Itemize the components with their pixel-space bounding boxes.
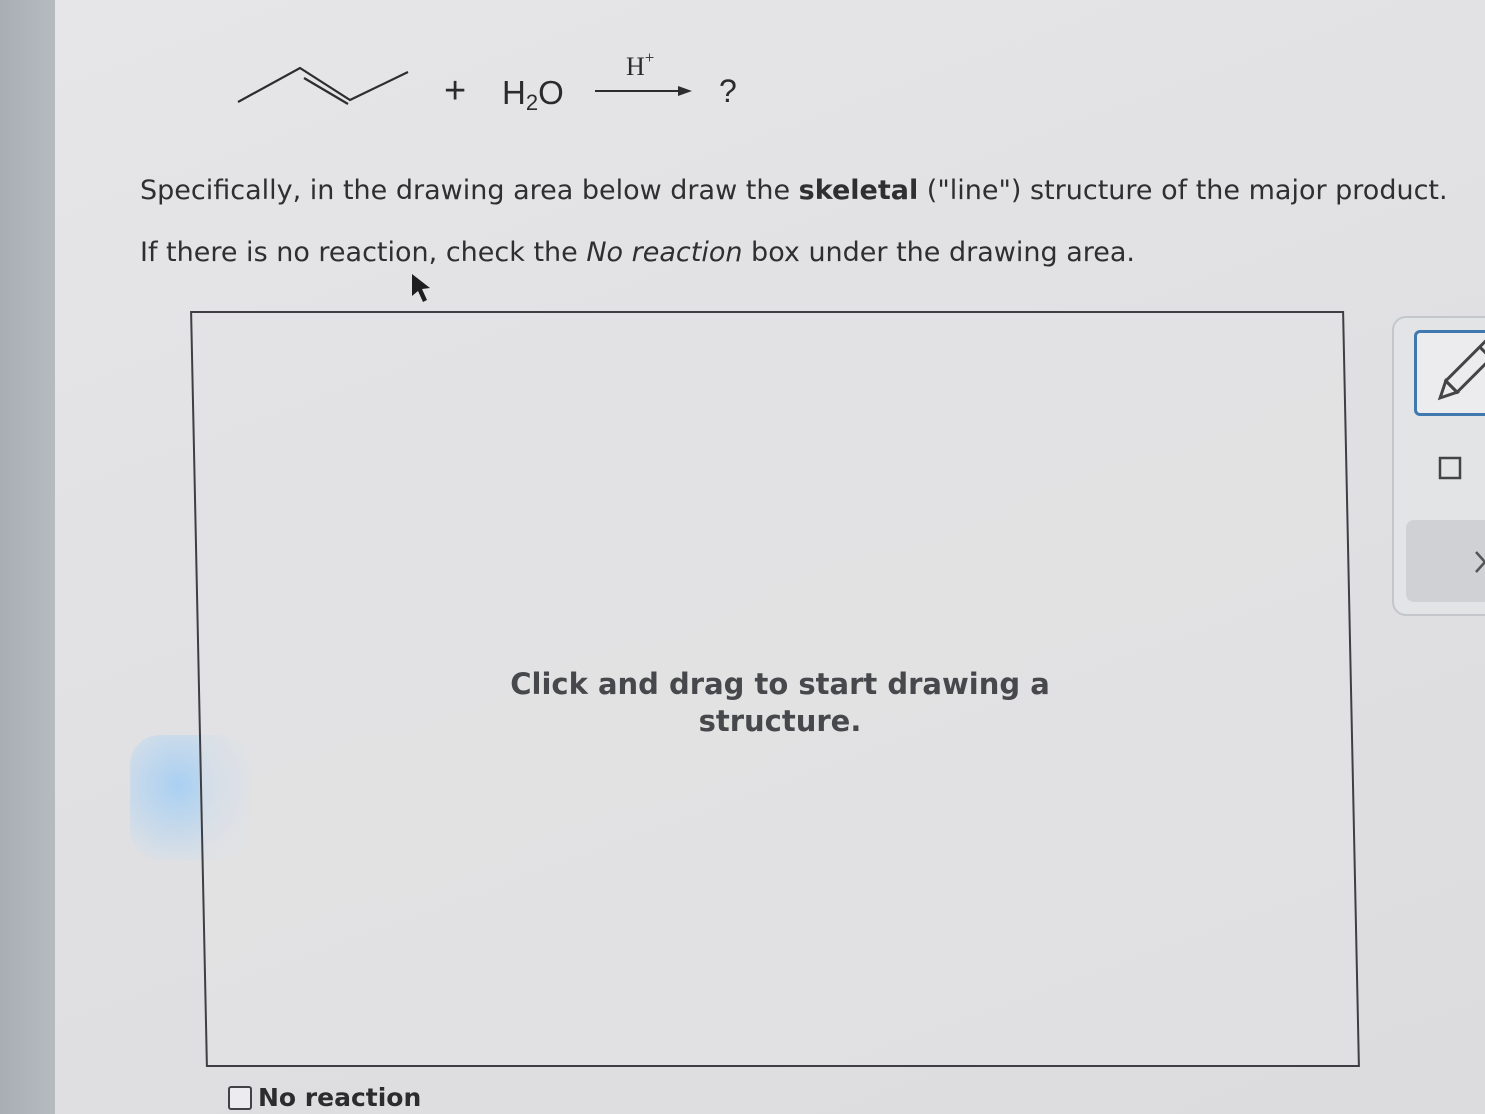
water-o: O (538, 74, 564, 111)
instruction-2-post: box under the drawing area. (742, 237, 1135, 268)
water-h: H (502, 74, 526, 111)
square-icon[interactable] (1438, 456, 1462, 480)
plus-sign: + (444, 70, 467, 112)
catalyst-h: H (626, 52, 645, 81)
instruction-line-1: Specifically, in the drawing area below … (140, 160, 1480, 222)
drawing-prompt: Click and drag to start drawing a struct… (450, 666, 1110, 740)
drawing-toolbar (1392, 316, 1485, 616)
instruction-1-post: ("line") structure of the major product. (918, 175, 1448, 206)
no-reaction-label: No reaction (258, 1083, 422, 1112)
pencil-tool-button[interactable] (1414, 330, 1485, 416)
reaction-arrowhead (678, 86, 692, 96)
close-icon (1475, 551, 1485, 573)
reaction-equation: + H2O H+ ? (230, 40, 790, 130)
drawing-prompt-line-2: structure. (698, 704, 862, 738)
unknown-product: ? (719, 73, 737, 109)
double-bond-line (303, 77, 349, 105)
instructions-text: Specifically, in the drawing area below … (140, 160, 1480, 284)
instruction-1-bold: skeletal (798, 175, 919, 206)
instruction-2-italic: No reaction (586, 237, 743, 268)
water-subscript: 2 (525, 90, 539, 115)
pencil-icon (1437, 339, 1485, 401)
mouse-cursor-icon (412, 274, 430, 302)
instruction-2-pre: If there is no reaction, check the (140, 237, 587, 268)
no-reaction-option[interactable]: No reaction (228, 1083, 421, 1112)
clear-button[interactable] (1406, 520, 1485, 602)
water-formula: H2O (502, 74, 564, 116)
alkene-skeleton (237, 66, 409, 103)
catalyst-charge: + (644, 48, 655, 67)
no-reaction-checkbox[interactable] (228, 1085, 252, 1110)
acid-catalyst: H+ (626, 48, 654, 82)
instruction-line-2: If there is no reaction, check the No re… (140, 222, 1480, 284)
instruction-1-pre: Specifically, in the drawing area below … (140, 175, 799, 206)
drawing-prompt-line-1: Click and drag to start drawing a (510, 667, 1050, 701)
